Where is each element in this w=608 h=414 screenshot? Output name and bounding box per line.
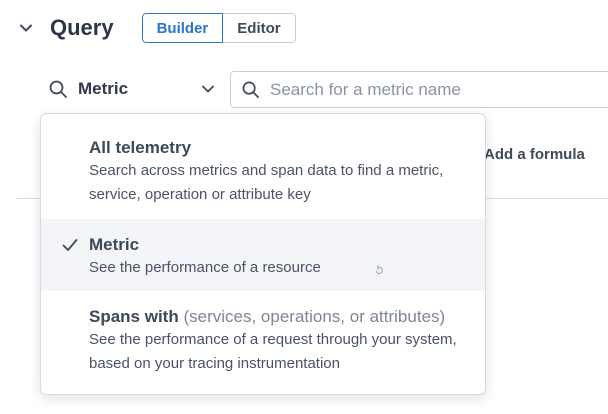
- option-title-text: Metric: [89, 235, 140, 254]
- option-title-suffix: (services, operations, or attributes): [183, 307, 446, 326]
- hand-cursor-icon: [375, 265, 383, 274]
- tab-editor[interactable]: Editor: [223, 13, 296, 43]
- search-icon: [49, 80, 67, 98]
- metric-search-field: [230, 71, 608, 108]
- chevron-down-icon: [202, 85, 214, 93]
- option-all-telemetry[interactable]: All telemetry Search across metrics and …: [41, 114, 485, 219]
- chevron-down-icon: [20, 24, 32, 32]
- collapse-button[interactable]: [16, 18, 36, 38]
- query-type-dropdown: All telemetry Search across metrics and …: [40, 113, 486, 395]
- option-metric[interactable]: Metric See the performance of a resource: [41, 219, 485, 291]
- metric-search-input[interactable]: [268, 78, 598, 101]
- page-title: Query: [50, 15, 114, 40]
- option-title-text: Spans with: [89, 307, 179, 326]
- query-type-label: Metric: [78, 79, 129, 98]
- search-icon: [242, 81, 259, 98]
- option-title: All telemetry: [89, 138, 191, 158]
- option-spans-with[interactable]: Spans with (services, operations, or att…: [41, 291, 485, 394]
- option-description: Search across metrics and span data to f…: [89, 162, 444, 203]
- query-header: Query Builder Editor: [16, 12, 296, 44]
- mode-toggle: Builder Editor: [141, 13, 296, 43]
- check-icon: [62, 239, 78, 251]
- option-title-text: All telemetry: [89, 138, 192, 157]
- tab-builder[interactable]: Builder: [141, 13, 224, 43]
- add-formula-button[interactable]: Add a formula: [484, 146, 585, 163]
- option-description: See the performance of a request through…: [89, 331, 457, 372]
- option-title: Metric: [89, 235, 139, 255]
- option-title: Spans with (services, operations, or att…: [89, 307, 445, 327]
- query-type-select[interactable]: Metric: [48, 74, 216, 104]
- option-description: See the performance of a resource: [89, 259, 321, 276]
- query-builder-panel: Query Builder Editor Metric Add a formul…: [0, 0, 608, 414]
